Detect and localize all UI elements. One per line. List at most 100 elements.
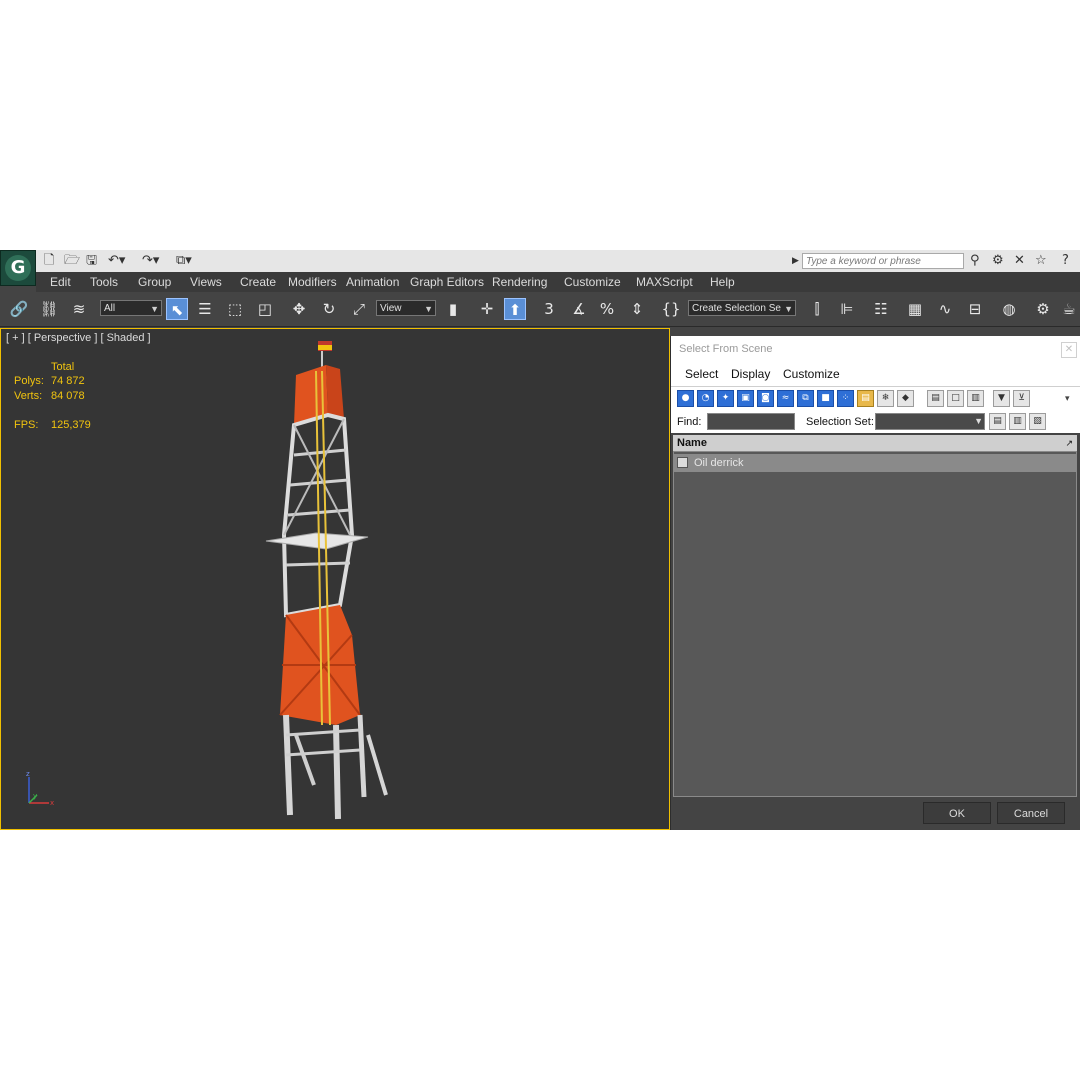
display-lights-icon[interactable]: ✦ <box>717 390 734 407</box>
align-icon[interactable]: ⊫ <box>836 298 858 320</box>
display-helpers-icon[interactable]: ◙ <box>757 390 774 407</box>
expand-arrow-icon[interactable]: ▶ <box>792 253 799 269</box>
curve-editor-icon[interactable]: ∿ <box>934 298 956 320</box>
dialog-title-bar[interactable]: Select From Scene ✕ <box>671 336 1080 362</box>
title-bar: 🗋 🗁 🖫 ↶▾ ↷▾ ⧉▾ ▶ Type a keyword or phras… <box>0 250 1080 273</box>
schematic-view-icon[interactable]: ⊟ <box>964 298 986 320</box>
use-pivot-point-icon[interactable]: ▮ <box>442 298 464 320</box>
add-to-selection-set-icon[interactable]: ▧ <box>1029 413 1046 430</box>
open-file-icon[interactable]: 🗁 <box>64 253 80 269</box>
list-item[interactable]: Oil derrick <box>674 454 1076 472</box>
redo-icon[interactable]: ↷▾ <box>142 253 159 269</box>
render-setup-icon[interactable]: ⚙ <box>1032 298 1054 320</box>
project-folder-icon[interactable]: ⧉▾ <box>176 253 192 269</box>
display-geometry-icon[interactable]: ● <box>677 390 694 407</box>
filter-icon[interactable]: ▼ <box>993 390 1010 407</box>
menu-rendering[interactable]: Rendering <box>492 275 547 289</box>
select-by-name-icon[interactable]: ☰ <box>194 298 216 320</box>
menu-customize[interactable]: Customize <box>564 275 621 289</box>
percent-snap-icon[interactable]: % <box>596 298 618 320</box>
invert-display-icon[interactable]: ▥ <box>967 390 984 407</box>
menu-modifiers[interactable]: Modifiers <box>288 275 337 289</box>
display-containers-icon[interactable]: ▤ <box>857 390 874 407</box>
selection-set-dropdown[interactable]: ▼ <box>875 413 985 430</box>
menu-help[interactable]: Help <box>710 275 735 289</box>
named-selection-value: Create Selection Se <box>692 303 781 314</box>
rectangular-selection-icon[interactable]: ⬚ <box>224 298 246 320</box>
dialog-menu-display[interactable]: Display <box>731 367 770 381</box>
select-and-move-icon[interactable]: ✥ <box>288 298 310 320</box>
menu-maxscript[interactable]: MAXScript <box>636 275 693 289</box>
display-shapes-icon[interactable]: ◔ <box>697 390 714 407</box>
display-none-icon[interactable]: □ <box>947 390 964 407</box>
display-bones-icon[interactable]: ⁘ <box>837 390 854 407</box>
display-groups-icon[interactable]: ⧉ <box>797 390 814 407</box>
reference-coordinate-dropdown[interactable]: View ▼ <box>376 300 436 316</box>
selection-filter-dropdown[interactable]: All ▼ <box>100 300 162 316</box>
dialog-title: Select From Scene <box>679 343 773 355</box>
name-column-header[interactable]: Name ↗ <box>673 435 1077 451</box>
application-logo-button[interactable]: G <box>0 250 36 286</box>
select-object-icon[interactable]: ⬉ <box>166 298 188 320</box>
scene-object-list[interactable]: Oil derrick <box>673 451 1077 797</box>
menu-group[interactable]: Group <box>138 275 171 289</box>
keyword-search-input[interactable]: Type a keyword or phrase <box>802 253 964 269</box>
select-and-manipulate-icon[interactable]: ✛ <box>476 298 498 320</box>
name-column-label: Name <box>677 437 707 449</box>
named-selection-sets-dropdown[interactable]: Create Selection Se ▼ <box>688 300 796 316</box>
menu-graph-editors[interactable]: Graph Editors <box>410 275 484 289</box>
ok-button[interactable]: OK <box>923 802 991 824</box>
close-icon[interactable]: ✕ <box>1061 342 1077 358</box>
filter-options-icon[interactable]: ⊻ <box>1013 390 1030 407</box>
snaps-toggle-label: 3 <box>544 300 554 318</box>
layer-manager-icon[interactable]: ☷ <box>870 298 892 320</box>
undo-icon[interactable]: ↶▾ <box>108 253 125 269</box>
menu-create[interactable]: Create <box>240 275 276 289</box>
find-input[interactable] <box>707 413 795 430</box>
select-and-scale-icon[interactable]: ⤢ <box>348 298 370 320</box>
help-icon[interactable]: ? <box>1062 253 1069 269</box>
oil-derrick-model[interactable] <box>256 335 406 825</box>
window-crossing-icon[interactable]: ◰ <box>254 298 276 320</box>
snaps-toggle-icon[interactable]: 3 <box>538 298 560 320</box>
new-file-icon[interactable]: 🗋 <box>44 253 54 269</box>
display-frozen-icon[interactable]: ❄ <box>877 390 894 407</box>
menu-edit[interactable]: Edit <box>50 275 71 289</box>
communication-center-icon[interactable]: ✕ <box>1014 253 1025 269</box>
graphite-modeling-icon[interactable]: ▦ <box>904 298 926 320</box>
bind-to-space-warp-icon[interactable]: ≋ <box>68 298 90 320</box>
cancel-button[interactable]: Cancel <box>997 802 1065 824</box>
display-all-icon[interactable]: ▤ <box>927 390 944 407</box>
material-editor-icon[interactable]: ◍ <box>998 298 1020 320</box>
dialog-menu-select[interactable]: Select <box>685 367 718 381</box>
select-and-rotate-icon[interactable]: ↻ <box>318 298 340 320</box>
favorites-star-icon[interactable]: ☆ <box>1035 253 1047 269</box>
new-selection-set-icon[interactable]: ▤ <box>989 413 1006 430</box>
save-file-icon[interactable]: 🖫 <box>86 253 97 269</box>
menu-tools[interactable]: Tools <box>90 275 118 289</box>
dialog-filter-toolbar: ● ◔ ✦ ▣ ◙ ≈ ⧉ ■ ⁘ ▤ ❄ ◆ ▤ □ ▥ ▼ ⊻ ▾ <box>671 387 1080 411</box>
toolbar-overflow-icon[interactable]: ▾ <box>1065 393 1070 404</box>
edit-named-selection-icon[interactable]: {} <box>660 298 682 320</box>
display-cameras-icon[interactable]: ▣ <box>737 390 754 407</box>
render-teapot-icon[interactable]: ☕ <box>1058 298 1080 320</box>
display-space-warps-icon[interactable]: ≈ <box>777 390 794 407</box>
spinner-snap-icon[interactable]: ⇕ <box>626 298 648 320</box>
keyboard-shortcut-override-icon[interactable]: ⬆ <box>504 298 526 320</box>
menu-animation[interactable]: Animation <box>346 275 399 289</box>
display-hidden-icon[interactable]: ◆ <box>897 390 914 407</box>
binoculars-icon[interactable]: ⚲ <box>970 253 980 269</box>
perspective-viewport[interactable]: [ + ] [ Perspective ] [ Shaded ] Total P… <box>0 328 670 830</box>
dialog-menu-customize[interactable]: Customize <box>783 367 840 381</box>
unlink-selection-icon[interactable]: ⛓ <box>38 298 60 320</box>
display-xrefs-icon[interactable]: ■ <box>817 390 834 407</box>
menu-views[interactable]: Views <box>190 275 222 289</box>
angle-snap-icon[interactable]: ∡ <box>568 298 590 320</box>
reference-coordinate-value: View <box>380 303 402 314</box>
subscription-icon[interactable]: ⚙ <box>992 253 1004 269</box>
stats-verts-label: Verts: <box>14 390 43 402</box>
mirror-icon[interactable]: ⫿ <box>806 298 828 320</box>
viewport-label[interactable]: [ + ] [ Perspective ] [ Shaded ] <box>6 332 151 344</box>
remove-selection-set-icon[interactable]: ▥ <box>1009 413 1026 430</box>
select-and-link-icon[interactable]: 🔗 <box>8 298 30 320</box>
